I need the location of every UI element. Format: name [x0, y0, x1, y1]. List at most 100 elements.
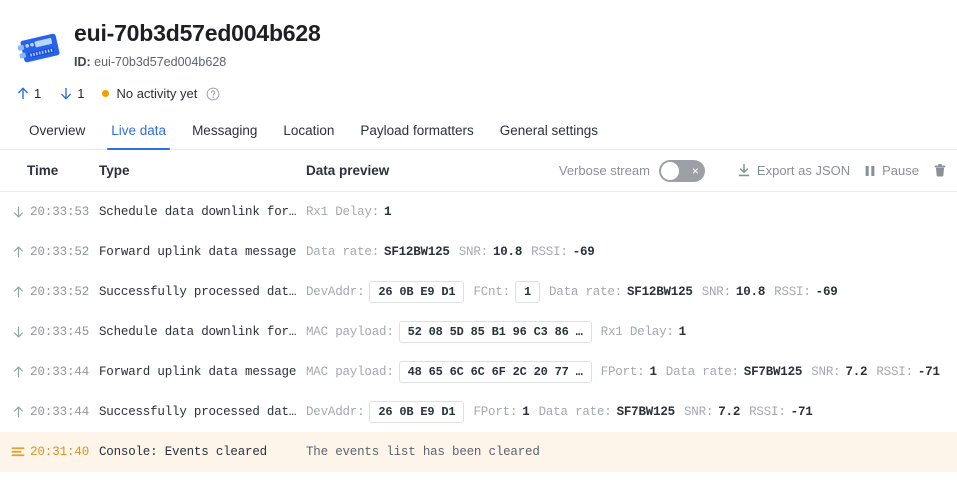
event-field: RSSI: -69 [531, 245, 595, 259]
event-field-key: SNR: [458, 245, 488, 259]
event-field: MAC payload: 48 65 6C 6C 6F 2C 20 77 … [306, 361, 592, 383]
event-field-value[interactable]: 26 0B E9 D1 [369, 401, 465, 423]
event-row[interactable]: 20:31:40 Console: Events cleared The event… [0, 432, 957, 472]
events-table-header: Time Type Data preview Verbose stream × … [0, 150, 957, 192]
event-field-key: RSSI: [531, 245, 568, 259]
event-field-key: MAC payload: [306, 325, 394, 339]
event-data-preview: MAC payload: 48 65 6C 6C 6F 2C 20 77 … FPo… [306, 361, 949, 383]
event-data-preview: DevAddr: 26 0B E9 D1 FCnt: 1 Data rate: SF12B… [306, 281, 847, 303]
event-row[interactable]: 20:33:53 Schedule data downlink for… Rx1 D… [0, 192, 957, 232]
event-field-key: MAC payload: [306, 365, 394, 379]
device-id-value: eui-70b3d57ed004b628 [94, 54, 227, 69]
device-header-text: eui-70b3d57ed004b628 ID: eui-70b3d57ed00… [74, 18, 321, 69]
event-field-key: SNR: [701, 285, 731, 299]
event-field-key: Rx1 Delay: [600, 325, 674, 339]
event-field-value: SF7BW125 [743, 365, 803, 379]
event-time: 20:33:53 [30, 205, 90, 219]
event-field: Data rate: SF7BW125 [665, 365, 803, 379]
event-field: MAC payload: 52 08 5D 85 B1 96 C3 86 … [306, 321, 592, 343]
export-as-json-button[interactable]: Export as JSON [737, 163, 850, 178]
verbose-stream-toggle[interactable]: × [658, 159, 705, 182]
event-row[interactable]: 20:33:52 Successfully processed dat… DevAd… [0, 272, 957, 312]
event-field: DevAddr: 26 0B E9 D1 [306, 281, 465, 303]
event-time: 20:33:52 [30, 285, 90, 299]
event-data-preview: Data rate: SF12BW125 SNR: 10.8 RSSI: -69 [306, 245, 604, 259]
activity-label: No activity yet [116, 86, 198, 101]
event-message-text: The events list has been cleared [306, 445, 540, 459]
arrow-up-icon [10, 285, 26, 299]
event-field-value: 1 [678, 325, 687, 339]
event-field: RSSI: -71 [749, 405, 813, 419]
event-field-value: SF12BW125 [384, 245, 450, 259]
event-field: FCnt: 1 [473, 281, 540, 303]
event-data-preview: MAC payload: 52 08 5D 85 B1 96 C3 86 … Rx1… [306, 321, 695, 343]
event-type: Successfully processed dat… [99, 285, 297, 299]
event-field-key: Data rate: [538, 405, 612, 419]
console-lines-icon [10, 446, 26, 458]
event-field-key: DevAddr: [306, 405, 365, 419]
event-message-value: The events list has been cleared [306, 445, 540, 459]
event-field-key: Rx1 Delay: [306, 205, 380, 219]
event-field-value: -71 [917, 365, 940, 379]
event-field-value[interactable]: 52 08 5D 85 B1 96 C3 86 … [398, 321, 592, 343]
status-dot-icon [102, 90, 110, 97]
column-header-data-preview: Data preview [306, 163, 390, 178]
event-field-value: 1 [649, 365, 657, 379]
events-toolbar: Verbose stream × Export as JSON Pause [559, 159, 947, 182]
event-field: Rx1 Delay: 1 [600, 325, 687, 339]
tab-payload-formatters[interactable]: Payload formatters [347, 123, 486, 149]
arrow-up-icon [10, 405, 26, 419]
tab-live-data[interactable]: Live data [98, 123, 179, 150]
event-field-value: SF7BW125 [616, 405, 676, 419]
event-field-key: DevAddr: [306, 285, 365, 299]
events-list: 20:33:53 Schedule data downlink for… Rx1 D… [0, 192, 957, 472]
event-row[interactable]: 20:33:45 Schedule data downlink for… MAC p… [0, 312, 957, 352]
tab-general-settings[interactable]: General settings [487, 123, 611, 149]
tab-messaging[interactable]: Messaging [179, 123, 270, 149]
pause-icon [864, 164, 876, 178]
event-row[interactable]: 20:33:44 Successfully processed dat… DevAd… [0, 392, 957, 432]
arrow-down-icon [59, 86, 73, 101]
event-field-value[interactable]: 26 0B E9 D1 [369, 281, 465, 303]
event-field-key: FPort: [600, 365, 645, 379]
event-field-key: SNR: [811, 365, 841, 379]
event-field: RSSI: -71 [876, 365, 940, 379]
event-data-preview: Rx1 Delay: 1 [306, 205, 400, 219]
uplink-count: 1 [34, 86, 42, 101]
event-type: Console: Events cleared [99, 445, 267, 459]
pause-button[interactable]: Pause [864, 163, 919, 178]
event-type: Forward uplink data message [99, 245, 297, 259]
event-time: 20:31:40 [30, 445, 90, 459]
event-field-value: 7.2 [718, 405, 741, 419]
export-as-json-label: Export as JSON [756, 163, 851, 178]
event-field-value: 1 [522, 405, 530, 419]
event-field: SNR: 10.8 [458, 245, 523, 259]
event-field-key: RSSI: [749, 405, 786, 419]
event-field: SNR: 7.2 [684, 405, 740, 419]
event-field: SNR: 10.8 [701, 285, 766, 299]
event-row[interactable]: 20:33:52 Forward uplink data message Data … [0, 232, 957, 272]
toggle-off-glyph: × [691, 163, 699, 178]
tab-location[interactable]: Location [270, 123, 347, 149]
toggle-knob [660, 161, 679, 180]
column-header-type: Type [99, 163, 130, 178]
event-field-key: SNR: [684, 405, 714, 419]
device-header: eui-70b3d57ed004b628 ID: eui-70b3d57ed00… [0, 0, 957, 72]
device-status-row: 1 1 No activity yet [0, 72, 957, 101]
event-field-value: 10.8 [735, 285, 766, 299]
arrow-up-icon [16, 86, 30, 101]
event-field-value[interactable]: 1 [514, 281, 540, 303]
event-field: RSSI: -69 [774, 285, 838, 299]
event-field: FPort: 1 [601, 365, 657, 379]
event-field: Rx1 Delay: 1 [306, 205, 392, 219]
event-field-value[interactable]: 48 65 6C 6C 6F 2C 20 77 … [398, 361, 592, 383]
event-field-key: RSSI: [876, 365, 913, 379]
download-icon [737, 163, 751, 178]
event-field-key: Data rate: [665, 365, 739, 379]
clear-events-button[interactable] [933, 163, 947, 178]
question-circle-icon[interactable] [206, 87, 220, 101]
event-field-key: FCnt: [473, 285, 510, 299]
event-row[interactable]: 20:33:44 Forward uplink data message MAC p… [0, 352, 957, 392]
tab-overview[interactable]: Overview [16, 123, 98, 149]
event-field-value: 1 [384, 205, 392, 219]
